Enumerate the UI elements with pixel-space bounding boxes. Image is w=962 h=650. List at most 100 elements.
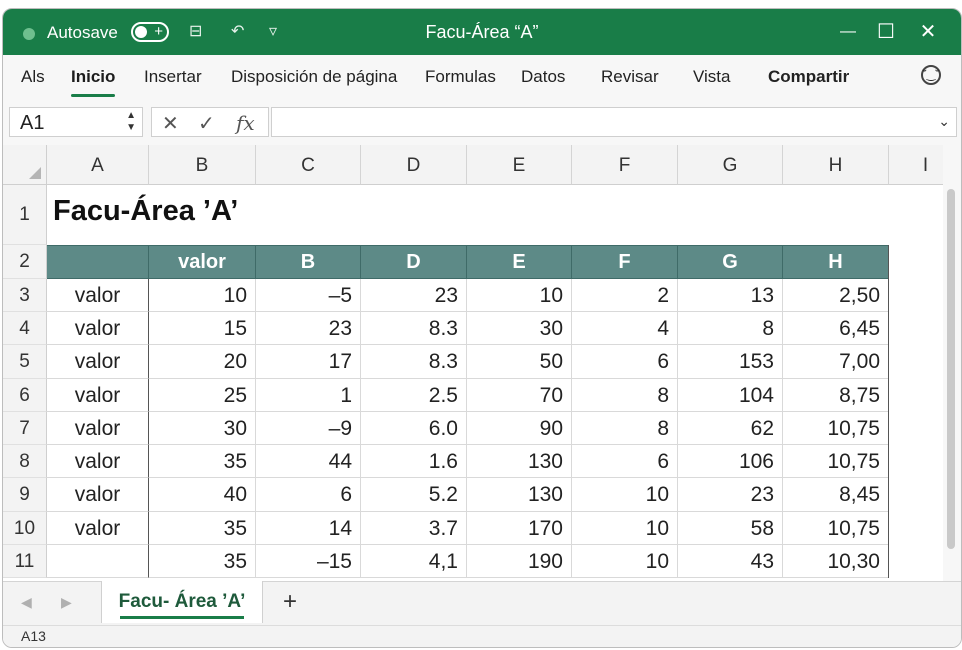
table-cell[interactable]: 6 (256, 478, 361, 512)
prev-sheet-icon[interactable]: ◀ (21, 594, 32, 611)
table-cell[interactable]: 40 (149, 478, 256, 512)
table-cell[interactable]: 17 (256, 345, 361, 379)
table-cell[interactable]: 8,75 (783, 379, 889, 412)
cancel-icon[interactable]: ✕ (162, 111, 179, 136)
column-header-a[interactable]: A (47, 145, 149, 185)
table-cell[interactable]: 35 (149, 445, 256, 478)
table-cell[interactable]: valor (47, 279, 149, 312)
table-cell[interactable]: 44 (256, 445, 361, 478)
column-header-g[interactable]: G (678, 145, 783, 185)
header-cell[interactable]: H (783, 245, 889, 279)
table-cell[interactable]: 130 (467, 478, 572, 512)
table-cell[interactable]: 130 (467, 445, 572, 478)
vertical-scrollbar[interactable] (943, 145, 961, 581)
table-cell[interactable]: 35 (149, 545, 256, 578)
tab-revisar[interactable]: Revisar (601, 67, 659, 87)
row-header-10[interactable]: 10 (3, 512, 47, 545)
table-cell[interactable]: 4,1 (361, 545, 467, 578)
tab-formulas[interactable]: Formulas (425, 67, 496, 87)
name-box-spinner-icon[interactable]: ▲ ▼ (126, 110, 136, 134)
table-cell[interactable]: 5.2 (361, 478, 467, 512)
tab-als[interactable]: Als (21, 67, 45, 87)
table-cell[interactable]: 6 (572, 345, 678, 379)
row-header-6[interactable]: 6 (3, 379, 47, 412)
table-cell[interactable]: 10,30 (783, 545, 889, 578)
row-header-5[interactable]: 5 (3, 345, 47, 379)
table-cell[interactable]: 23 (361, 279, 467, 312)
scrollbar-thumb[interactable] (947, 189, 955, 549)
table-cell[interactable]: 15 (149, 312, 256, 345)
tab-disposicion[interactable]: Disposición de página (231, 67, 397, 87)
table-cell[interactable]: 10,75 (783, 412, 889, 445)
table-cell[interactable]: 10,75 (783, 512, 889, 545)
table-cell[interactable]: valor (47, 379, 149, 412)
table-cell[interactable]: 70 (467, 379, 572, 412)
table-cell[interactable]: 8.3 (361, 312, 467, 345)
header-cell[interactable]: E (467, 245, 572, 279)
table-cell[interactable]: 8 (572, 412, 678, 445)
table-cell[interactable]: 2.5 (361, 379, 467, 412)
tab-compartir[interactable]: Compartir (768, 67, 849, 87)
table-cell[interactable]: 4 (572, 312, 678, 345)
header-cell[interactable]: B (256, 245, 361, 279)
table-cell[interactable]: 8 (572, 379, 678, 412)
table-cell[interactable]: valor (47, 478, 149, 512)
tab-datos[interactable]: Datos (521, 67, 565, 87)
row-header-11[interactable]: 11 (3, 545, 47, 578)
table-cell[interactable]: 50 (467, 345, 572, 379)
row-header-3[interactable]: 3 (3, 279, 47, 312)
tab-vista[interactable]: Vista (693, 67, 731, 87)
maximize-button[interactable]: ☐ (871, 17, 901, 47)
column-header-e[interactable]: E (467, 145, 572, 185)
table-cell[interactable]: valor (47, 445, 149, 478)
table-cell[interactable]: 90 (467, 412, 572, 445)
fx-icon[interactable]: fx (236, 111, 255, 135)
table-cell[interactable]: 10,75 (783, 445, 889, 478)
table-cell[interactable]: 6 (572, 445, 678, 478)
table-cell[interactable]: 190 (467, 545, 572, 578)
table-cell[interactable]: 3.7 (361, 512, 467, 545)
table-cell[interactable]: 62 (678, 412, 783, 445)
table-cell[interactable]: 8,45 (783, 478, 889, 512)
table-cell[interactable]: 43 (678, 545, 783, 578)
table-cell[interactable]: 23 (678, 478, 783, 512)
tab-inicio[interactable]: Inicio (71, 67, 116, 97)
table-cell[interactable]: 8.3 (361, 345, 467, 379)
close-button[interactable]: ✕ (913, 17, 943, 47)
table-cell[interactable]: –5 (256, 279, 361, 312)
table-cell[interactable]: –9 (256, 412, 361, 445)
add-sheet-button[interactable]: + (283, 588, 297, 616)
table-cell[interactable]: 25 (149, 379, 256, 412)
header-cell[interactable]: F (572, 245, 678, 279)
table-cell[interactable] (47, 545, 149, 578)
table-cell[interactable]: 153 (678, 345, 783, 379)
row-header-1[interactable]: 1 (3, 185, 47, 245)
table-cell[interactable]: 106 (678, 445, 783, 478)
row-header-9[interactable]: 9 (3, 478, 47, 512)
table-cell[interactable]: 10 (467, 279, 572, 312)
table-cell[interactable]: 7,00 (783, 345, 889, 379)
row-header-2[interactable]: 2 (3, 245, 47, 279)
table-cell[interactable]: 1 (256, 379, 361, 412)
column-header-h[interactable]: H (783, 145, 889, 185)
sheet-tab-facu-area-a[interactable]: Facu- Área ’A’ (101, 581, 263, 623)
row-header-4[interactable]: 4 (3, 312, 47, 345)
table-cell[interactable]: 10 (149, 279, 256, 312)
tab-insertar[interactable]: Insertar (144, 67, 202, 87)
table-cell[interactable]: 8 (678, 312, 783, 345)
table-cell[interactable]: valor (47, 312, 149, 345)
row-header-7[interactable]: 7 (3, 412, 47, 445)
spreadsheet-grid[interactable]: Facu-Área ’A’ A B C D E F G H I 1 2 3 4 5 6 7 8 9 10 11 valo… (3, 145, 943, 581)
next-sheet-icon[interactable]: ▶ (61, 594, 72, 611)
table-cell[interactable]: 10 (572, 545, 678, 578)
table-cell[interactable]: 35 (149, 512, 256, 545)
table-cell[interactable]: valor (47, 512, 149, 545)
table-cell[interactable]: 1.6 (361, 445, 467, 478)
table-cell[interactable]: 14 (256, 512, 361, 545)
table-cell[interactable]: 30 (467, 312, 572, 345)
select-all-corner[interactable] (3, 145, 47, 185)
column-header-d[interactable]: D (361, 145, 467, 185)
table-cell[interactable]: 10 (572, 512, 678, 545)
formula-input[interactable]: ⌄ (271, 107, 957, 137)
row-header-8[interactable]: 8 (3, 445, 47, 478)
